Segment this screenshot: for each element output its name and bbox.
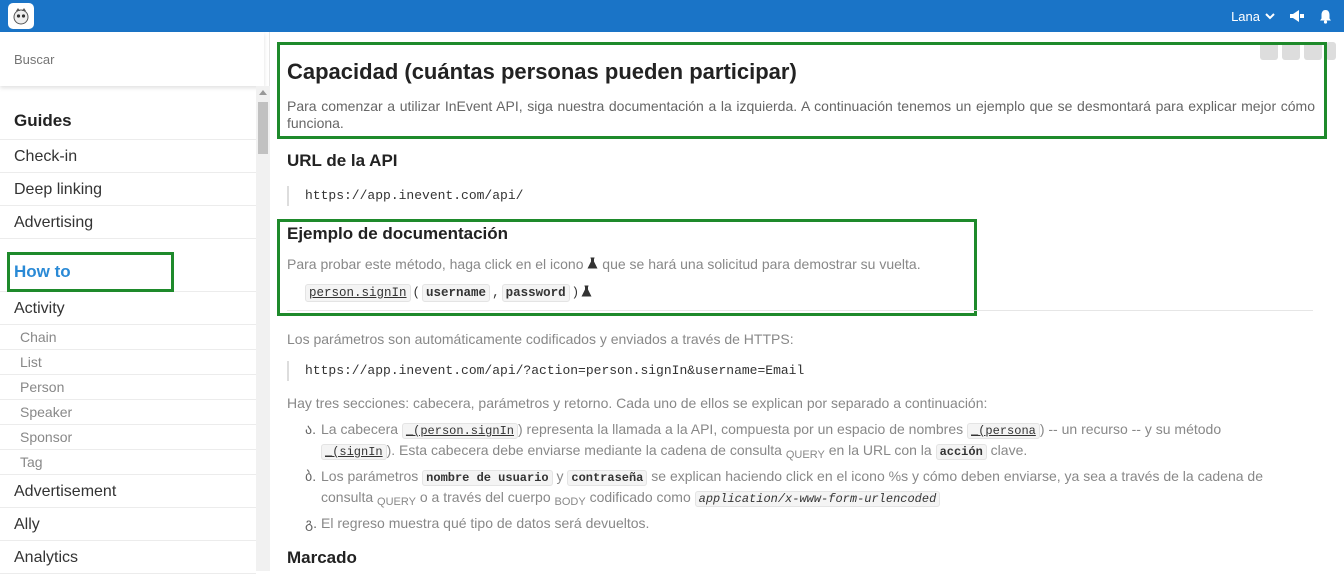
query-subscript: QUERY — [377, 496, 416, 508]
sidebar-item-advertising[interactable]: Advertising — [0, 206, 256, 239]
text: o a través del cuerpo — [419, 489, 551, 505]
marked-heading: Marcado — [287, 548, 357, 567]
page-title: Capacidad (cuántas personas pueden parti… — [287, 59, 797, 84]
body-subscript: BODY — [554, 496, 586, 508]
text: La cabecera — [321, 421, 399, 437]
main-content: Capacidad (cuántas personas pueden parti… — [270, 32, 1344, 571]
logo-icon — [13, 8, 29, 25]
query-subscript: QUERY — [785, 449, 825, 461]
sidebar-subitem-sponsor[interactable]: Sponsor — [0, 425, 256, 450]
paren-open: ( — [412, 286, 421, 300]
method-link[interactable]: person.signIn — [305, 284, 411, 302]
intro-text: Para comenzar a utilizar InEvent API, si… — [287, 98, 1315, 131]
example-text-part-2: que se hará una solicitud para demostrar… — [602, 256, 921, 272]
how-to-highlight-box — [7, 252, 174, 292]
app-logo[interactable] — [8, 3, 34, 29]
text: clave. — [990, 442, 1028, 458]
top-bar: Lana — [0, 0, 1344, 32]
text: ) -- un recurso -- y su método — [1039, 421, 1222, 437]
user-menu[interactable]: Lana — [1231, 9, 1275, 24]
list-item: ბ. Los parámetros nombre de usuario y co… — [305, 467, 1295, 512]
sidebar-item-activity[interactable]: Activity — [0, 292, 256, 325]
sidebar-subitem-list[interactable]: List — [0, 350, 256, 375]
list-item: გ. El regreso muestra qué tipo de datos … — [305, 514, 1295, 533]
example-heading: Ejemplo de documentación — [287, 224, 509, 243]
code-person-signin[interactable]: _(person.signIn — [401, 423, 518, 439]
text: El regreso muestra qué tipo de datos ser… — [321, 515, 650, 531]
sidebar-heading-guides: Guides — [0, 102, 256, 140]
api-url-code: https://app.inevent.com/api/ — [287, 186, 523, 206]
comma: , — [492, 286, 500, 300]
code-signin[interactable]: _(signIn — [321, 444, 387, 460]
text: ) representa la llamada a la API, compue… — [517, 421, 964, 437]
extra-platform-icon — [1326, 42, 1336, 60]
sidebar: Guides Check-in Deep linking Advertising… — [0, 32, 270, 574]
list-marker: გ. — [305, 515, 318, 531]
param-password: password — [501, 284, 570, 302]
text: en la URL con la — [828, 442, 932, 458]
sidebar-item-ally[interactable]: Ally — [0, 508, 256, 541]
param-username: username — [422, 284, 491, 302]
example-text-part-1: Para probar este método, haga click en e… — [287, 256, 584, 272]
api-url-heading: URL de la API — [287, 151, 398, 170]
text: Los parámetros — [321, 468, 419, 484]
scroll-thumb[interactable] — [258, 102, 268, 154]
chevron-down-icon — [1265, 12, 1275, 20]
sidebar-subitem-person[interactable]: Person — [0, 375, 256, 400]
example-text: Para probar este método, haga click en e… — [287, 256, 921, 272]
code-nombre-usuario: nombre de usuario — [422, 470, 553, 486]
text: ). Esta cabecera debe enviarse mediante … — [386, 442, 782, 458]
sidebar-subitem-speaker[interactable]: Speaker — [0, 400, 256, 425]
sections-intro: Hay tres secciones: cabecera, parámetros… — [287, 395, 988, 411]
list-marker: ბ. — [305, 468, 317, 484]
sidebar-item-analytics[interactable]: Analytics — [0, 541, 256, 574]
list-marker: ა. — [305, 421, 316, 437]
sidebar-nav: Guides Check-in Deep linking Advertising… — [0, 102, 256, 574]
code-accion: acción — [935, 444, 987, 460]
paren-close: ) — [571, 286, 580, 300]
sidebar-subitem-chain[interactable]: Chain — [0, 325, 256, 350]
sidebar-scrollbar[interactable] — [256, 86, 270, 571]
scroll-up-arrow-icon[interactable] — [259, 90, 267, 95]
method-signature: person.signIn ( username , password ) — [305, 284, 592, 302]
divider — [287, 310, 1313, 311]
bell-icon[interactable] — [1319, 9, 1332, 24]
search-input[interactable] — [0, 32, 240, 86]
search-box — [0, 32, 264, 86]
megaphone-icon[interactable] — [1289, 9, 1305, 23]
text: y — [556, 468, 564, 484]
encoded-text: Los parámetros son automáticamente codif… — [287, 331, 794, 347]
sidebar-item-deep-linking[interactable]: Deep linking — [0, 173, 256, 206]
text: codificado como — [589, 489, 691, 505]
sections-list: ა. La cabecera _(person.signIn) represen… — [305, 420, 1295, 535]
full-url-code: https://app.inevent.com/api/?action=pers… — [287, 361, 804, 381]
list-item: ა. La cabecera _(person.signIn) represen… — [305, 420, 1295, 465]
sidebar-item-check-in[interactable]: Check-in — [0, 140, 256, 173]
code-persona[interactable]: _(persona — [967, 423, 1040, 439]
flask-test-icon[interactable] — [581, 285, 592, 301]
sidebar-subitem-tag[interactable]: Tag — [0, 450, 256, 475]
user-name: Lana — [1231, 8, 1260, 24]
code-contrasena: contraseña — [567, 470, 648, 486]
code-content-type: application/x-www-form-urlencoded — [694, 491, 941, 507]
flask-icon[interactable] — [587, 256, 602, 272]
sidebar-item-advertisement[interactable]: Advertisement — [0, 475, 256, 508]
